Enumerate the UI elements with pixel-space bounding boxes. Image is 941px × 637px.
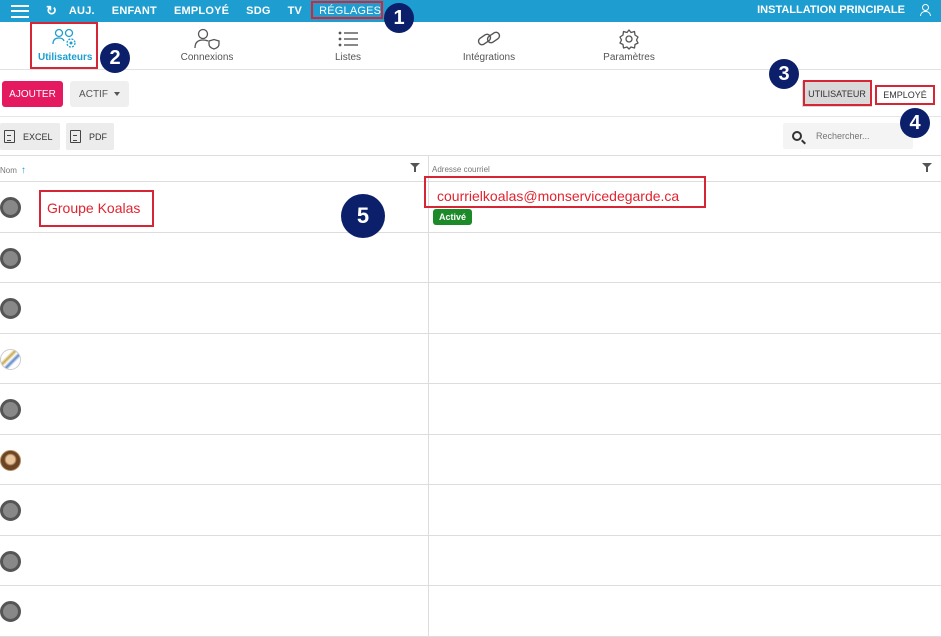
annotation-number-5: 5 — [341, 194, 385, 238]
table-header: Nom ↑ Adresse courriel — [0, 155, 941, 182]
tab-integrations[interactable]: Intégrations — [457, 28, 521, 63]
search-box — [783, 123, 913, 149]
nav-employee[interactable]: EMPLOYÉ — [174, 5, 229, 17]
users-gear-icon — [52, 28, 76, 48]
status-filter-dropdown[interactable]: ACTIF — [70, 81, 129, 107]
column-divider — [428, 485, 429, 535]
column-divider — [428, 156, 429, 182]
avatar — [0, 298, 21, 319]
settings-tabs: Utilisateurs Connexions Listes Intégrati… — [0, 22, 941, 70]
pdf-file-icon — [70, 130, 81, 143]
excel-label: EXCEL — [23, 131, 53, 142]
user-name: Groupe Koalas — [47, 200, 141, 216]
avatar — [0, 500, 21, 521]
annotation-number-4: 4 — [900, 108, 930, 138]
gear-icon — [619, 29, 639, 50]
tab-integrations-label: Intégrations — [462, 52, 516, 63]
user-table-body: Groupe Koalas courrielkoalas@monserviced… — [0, 182, 941, 637]
tab-parameters[interactable]: Paramètres — [600, 28, 658, 63]
column-divider — [428, 434, 429, 484]
table-row[interactable] — [0, 586, 941, 637]
search-icon — [792, 131, 802, 141]
toggle-user-button[interactable]: UTILISATEUR — [802, 81, 872, 107]
table-row[interactable] — [0, 384, 941, 435]
table-row[interactable] — [0, 485, 941, 536]
top-navigation-bar: ↻ AUJ. ENFANT EMPLOYÉ SDG TV RÉGLAGES IN… — [0, 0, 941, 22]
link-icon — [477, 31, 501, 46]
nav-tv[interactable]: TV — [288, 5, 302, 17]
column-name-label: Nom — [0, 166, 17, 175]
excel-file-icon — [4, 130, 15, 143]
toggle-employee-button[interactable]: EMPLOYÉ — [876, 84, 934, 105]
column-divider — [428, 232, 429, 282]
nav-today[interactable]: AUJ. — [69, 5, 95, 17]
table-row[interactable] — [0, 283, 941, 334]
avatar — [0, 197, 21, 218]
annotation-number-2: 2 — [100, 43, 130, 73]
nav-settings[interactable]: RÉGLAGES — [319, 5, 381, 17]
table-row[interactable]: Groupe Koalas courrielkoalas@monserviced… — [0, 182, 941, 233]
user-account-icon[interactable] — [919, 3, 931, 17]
tab-connections[interactable]: Connexions — [176, 28, 238, 63]
avatar — [0, 348, 21, 370]
installation-selector[interactable]: INSTALLATION PRINCIPALE — [757, 4, 905, 16]
column-header-name[interactable]: Nom ↑ — [0, 165, 26, 176]
table-row[interactable] — [0, 434, 941, 485]
table-row[interactable] — [0, 333, 941, 384]
table-row[interactable] — [0, 232, 941, 283]
export-excel-button[interactable]: EXCEL — [0, 123, 60, 150]
user-shield-icon — [194, 28, 220, 50]
tab-parameters-label: Paramètres — [603, 52, 655, 63]
sort-ascending-icon: ↑ — [20, 165, 26, 176]
search-input[interactable] — [816, 131, 906, 141]
column-divider — [428, 283, 429, 333]
avatar — [0, 449, 21, 471]
status-filter-label: ACTIF — [79, 88, 108, 100]
avatar — [0, 601, 21, 622]
column-divider — [428, 535, 429, 585]
pdf-label: PDF — [89, 131, 107, 142]
tab-connections-label: Connexions — [180, 52, 234, 63]
table-row[interactable] — [0, 535, 941, 586]
nav-child[interactable]: ENFANT — [112, 5, 157, 17]
caret-down-icon — [113, 92, 120, 96]
avatar — [0, 550, 21, 572]
tab-lists-label: Listes — [334, 52, 362, 63]
avatar — [0, 247, 21, 269]
hamburger-menu-icon[interactable] — [11, 4, 29, 18]
tab-users[interactable]: Utilisateurs — [38, 28, 92, 63]
column-divider — [428, 333, 429, 383]
filter-icon[interactable] — [410, 163, 420, 173]
user-email: courrielkoalas@monservicedegarde.ca — [437, 188, 680, 204]
divider — [0, 116, 941, 117]
tab-lists[interactable]: Listes — [326, 28, 370, 63]
column-divider — [428, 384, 429, 434]
nav-sdg[interactable]: SDG — [246, 5, 270, 17]
refresh-icon[interactable]: ↻ — [46, 3, 57, 19]
tab-users-label: Utilisateurs — [38, 52, 93, 63]
column-divider — [428, 182, 429, 232]
column-header-email[interactable]: Adresse courriel — [432, 165, 490, 174]
export-pdf-button[interactable]: PDF — [66, 123, 114, 150]
main-nav: AUJ. ENFANT EMPLOYÉ SDG TV RÉGLAGES — [69, 5, 398, 17]
filter-icon[interactable] — [922, 163, 932, 173]
column-divider — [428, 586, 429, 636]
avatar — [0, 399, 21, 420]
status-badge: Activé — [433, 209, 473, 225]
annotation-number-1: 1 — [384, 3, 414, 33]
add-button[interactable]: AJOUTER — [2, 81, 63, 107]
annotation-number-3: 3 — [769, 59, 799, 89]
list-icon — [338, 31, 358, 47]
